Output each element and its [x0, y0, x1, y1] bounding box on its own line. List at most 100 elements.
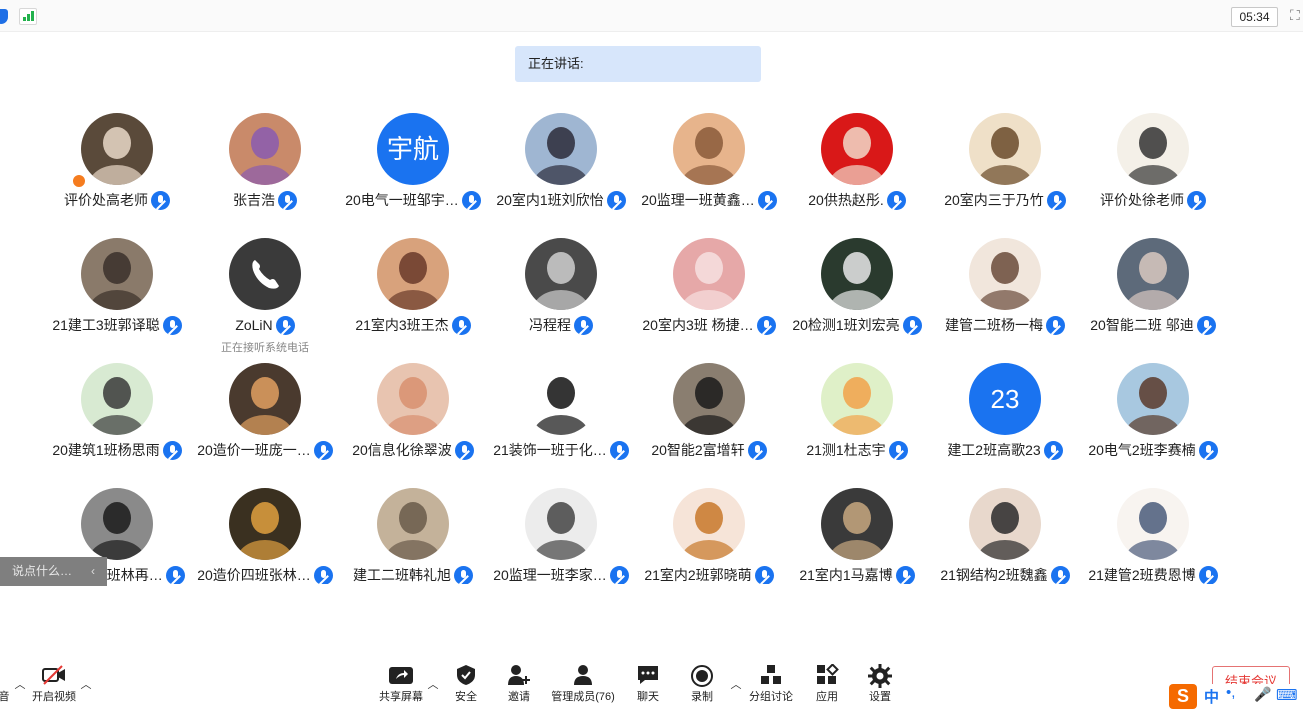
microphone-icon[interactable] — [1046, 315, 1065, 335]
mute-button[interactable]: 音 — [0, 664, 14, 709]
microphone-icon[interactable] — [754, 565, 774, 584]
record-options-chevron-icon[interactable]: ︿ — [730, 676, 742, 692]
microphone-icon[interactable] — [1198, 440, 1218, 460]
share-screen-button[interactable]: 共享屏幕 — [376, 664, 426, 709]
participant-tile[interactable]: 宇航 20电气一班邹宇… — [338, 100, 488, 225]
participant-avatar — [377, 363, 449, 435]
participants-icon — [548, 664, 618, 688]
participant-name: 20室内三于乃竹 — [944, 192, 1044, 208]
participant-name-row: 20电气一班邹宇… — [328, 190, 498, 214]
microphone-icon[interactable] — [606, 190, 626, 210]
microphone-icon[interactable] — [454, 565, 473, 584]
participant-tile[interactable]: 建工二班韩礼旭 — [338, 475, 488, 584]
participant-tile[interactable]: 20监理一班黄鑫… — [634, 100, 784, 225]
participant-tile[interactable]: 21室内1马嘉博 — [782, 475, 932, 584]
participant-tile[interactable]: 20检测1班刘宏亮 — [782, 225, 932, 350]
invite-button[interactable]: 邀请 — [501, 664, 537, 709]
participant-tile[interactable]: 20建筑1班杨思雨 — [42, 350, 192, 475]
participant-name-row: 21测1杜志宇 — [772, 440, 942, 464]
apps-icon — [809, 663, 845, 688]
microphone-icon[interactable] — [1198, 565, 1218, 584]
settings-button[interactable]: 设置 — [862, 664, 898, 709]
participant-tile[interactable]: 21装饰一班于化… — [486, 350, 636, 475]
collapse-chat-icon[interactable]: ‹ — [91, 557, 95, 586]
participant-tile[interactable]: 21测1杜志宇 — [782, 350, 932, 475]
participant-name-row: 21建工3班郭译聪 — [32, 315, 202, 339]
microphone-icon[interactable] — [888, 440, 908, 460]
participant-tile[interactable]: 21室内3班王杰 — [338, 225, 488, 350]
participant-avatar — [673, 113, 745, 185]
record-button[interactable]: 录制 — [684, 664, 720, 709]
participant-tile[interactable]: 20供热赵彤. — [782, 100, 932, 225]
chat-button[interactable]: 聊天 — [630, 664, 666, 709]
start-video-label: 开启视频 — [32, 691, 76, 703]
microphone-icon[interactable] — [747, 440, 767, 460]
participant-tile[interactable]: ZoLiN 正在接听系统电话 — [190, 225, 340, 354]
participant-tile[interactable]: 20造价四班张林… — [190, 475, 340, 584]
participant-tile[interactable]: 20室内1班刘欣怡 — [486, 100, 636, 225]
microphone-icon[interactable] — [1046, 190, 1066, 210]
microphone-icon[interactable] — [162, 440, 182, 460]
microphone-icon[interactable] — [886, 190, 906, 210]
microphone-icon[interactable] — [454, 440, 474, 460]
participant-tile[interactable]: 建管二班杨一梅 — [930, 225, 1080, 350]
participant-avatar — [377, 488, 449, 560]
participant-avatar — [821, 113, 893, 185]
microphone-icon[interactable] — [1050, 565, 1070, 584]
manage-participants-button[interactable]: 管理成员(76) — [548, 664, 618, 709]
share-options-chevron-icon[interactable]: ︿ — [427, 676, 439, 692]
ime-punctuation-toggle[interactable]: •, — [1226, 684, 1235, 701]
ime-keyboard-icon[interactable]: ⌨ — [1276, 686, 1298, 704]
participant-tile[interactable]: 21室内2班郭晓萌 — [634, 475, 784, 584]
microphone-icon[interactable] — [895, 565, 915, 584]
network-signal-icon[interactable] — [19, 8, 37, 25]
security-button[interactable]: 安全 — [448, 664, 484, 709]
start-video-button[interactable]: 开启视频 — [28, 664, 80, 709]
participant-tile[interactable]: 20电气2班李赛楠 — [1078, 350, 1228, 475]
apps-button[interactable]: 应用 — [809, 663, 845, 709]
sogou-logo-icon[interactable]: S — [1169, 684, 1197, 709]
chat-input[interactable]: 说点什么… ‹ — [0, 557, 107, 586]
phone-avatar-icon — [229, 238, 301, 310]
participant-tile[interactable]: 20室内三于乃竹 — [930, 100, 1080, 225]
participant-tile[interactable]: 20造价一班庞一… — [190, 350, 340, 475]
participant-tile[interactable]: 21建工3班郭译聪 — [42, 225, 192, 350]
microphone-icon[interactable] — [574, 315, 593, 335]
participant-avatar — [81, 238, 153, 310]
add-user-icon — [501, 664, 537, 688]
participant-tile[interactable]: 冯程程 — [486, 225, 636, 350]
microphone-icon[interactable] — [1187, 190, 1206, 210]
microphone-icon[interactable] — [151, 190, 170, 210]
breakout-rooms-button[interactable]: 分组讨论 — [746, 664, 796, 709]
participant-tile[interactable]: 20监理一班李家… — [486, 475, 636, 584]
fullscreen-icon[interactable]: ⛶ — [1290, 8, 1303, 23]
security-shield-icon[interactable] — [0, 9, 8, 24]
participant-tile[interactable]: 21建管2班费恩博 — [1078, 475, 1228, 584]
participant-tile[interactable]: 20室内3班 杨捷… — [634, 225, 784, 350]
microphone-icon[interactable] — [278, 190, 297, 210]
microphone-icon[interactable] — [275, 315, 295, 335]
video-options-chevron-icon[interactable]: ︿ — [80, 676, 92, 692]
participant-name-row: 20智能2富增轩 — [624, 440, 794, 464]
audio-options-chevron-icon[interactable]: ︿ — [14, 676, 26, 692]
participant-tile[interactable]: 评价处徐老师 — [1078, 100, 1228, 225]
participant-name-row: 20造价一班庞一… — [180, 440, 350, 464]
participant-tile[interactable]: 评价处高老师 — [42, 100, 192, 225]
ime-voice-icon[interactable]: 🎤 — [1254, 686, 1271, 703]
microphone-icon[interactable] — [902, 315, 922, 335]
microphone-icon[interactable] — [451, 315, 471, 335]
participant-tile[interactable]: 张吉浩 — [190, 100, 340, 225]
ime-language-toggle[interactable]: 中 — [1204, 686, 1219, 707]
participant-name-row: 20建筑1班杨思雨 — [32, 440, 202, 464]
participant-tile[interactable]: 20智能2富增轩 — [634, 350, 784, 475]
microphone-icon[interactable] — [1043, 440, 1063, 460]
participant-tile[interactable]: 20智能二班 邬迪 — [1078, 225, 1228, 350]
participant-tile[interactable]: 21钢结构2班魏鑫 — [930, 475, 1080, 584]
participant-name: 20监理一班黄鑫… — [641, 192, 755, 208]
participant-tile[interactable]: 23 建工2班高歌23 — [930, 350, 1080, 475]
participant-name: 20供热赵彤. — [808, 192, 884, 208]
speaking-indicator: 正在讲话: — [515, 46, 761, 82]
microphone-icon[interactable] — [1196, 315, 1216, 335]
participant-tile[interactable]: 20信息化徐翠波 — [338, 350, 488, 475]
microphone-icon[interactable] — [162, 315, 182, 335]
